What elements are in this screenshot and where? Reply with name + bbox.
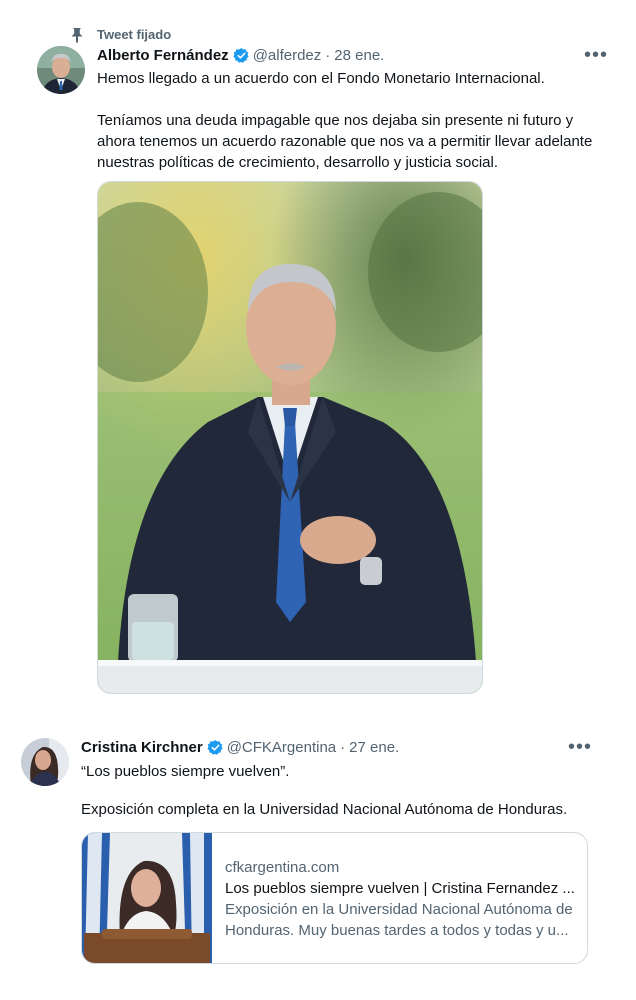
tweet-text-line: Hemos llegado a un acuerdo con el Fondo … bbox=[97, 70, 545, 87]
tweet-header: Cristina Kirchner @CFKArgentina · 27 ene… bbox=[81, 739, 399, 756]
pinned-tweet-label: Tweet fijado bbox=[97, 27, 172, 42]
tweet-header: Alberto Fernández @alferdez · 28 ene. bbox=[97, 47, 384, 64]
author-name[interactable]: Cristina Kirchner bbox=[81, 739, 203, 756]
profile-photo-icon bbox=[37, 46, 85, 94]
verified-badge-icon bbox=[233, 48, 249, 63]
separator-dot: · bbox=[325, 47, 331, 64]
avatar[interactable] bbox=[37, 46, 85, 94]
more-options-button[interactable]: ••• bbox=[568, 736, 592, 759]
pin-icon bbox=[71, 28, 83, 43]
author-name[interactable]: Alberto Fernández bbox=[97, 47, 229, 64]
author-handle[interactable]: @CFKArgentina bbox=[227, 739, 336, 756]
link-preview-card[interactable]: cfkargentina.com Los pueblos siempre vue… bbox=[81, 832, 588, 964]
link-description: Exposición en la Universidad Nacional Au… bbox=[225, 901, 573, 939]
tweet-text-paragraph: Exposición completa en la Universidad Na… bbox=[81, 801, 568, 818]
author-handle[interactable]: @alferdez bbox=[253, 47, 322, 64]
link-domain: cfkargentina.com bbox=[225, 859, 340, 876]
tweet-text-line: “Los pueblos siempre vuelven”. bbox=[81, 763, 290, 780]
avatar[interactable] bbox=[21, 738, 69, 786]
profile-photo-icon bbox=[21, 738, 69, 786]
verified-badge-icon bbox=[207, 740, 223, 755]
link-meta: cfkargentina.com Los pueblos siempre vue… bbox=[225, 857, 577, 941]
link-title: Los pueblos siempre vuelven | Cristina F… bbox=[225, 880, 575, 897]
tweet-date[interactable]: 27 ene. bbox=[349, 739, 399, 756]
tweet-photo[interactable] bbox=[97, 181, 483, 694]
more-options-button[interactable]: ••• bbox=[584, 44, 608, 67]
link-thumbnail-icon bbox=[82, 833, 212, 963]
tweet-text-paragraph: Teníamos una deuda impagable que nos dej… bbox=[97, 112, 593, 171]
speaker-photo-icon bbox=[98, 182, 482, 693]
tweet-date[interactable]: 28 ene. bbox=[334, 47, 384, 64]
separator-dot: · bbox=[340, 739, 346, 756]
